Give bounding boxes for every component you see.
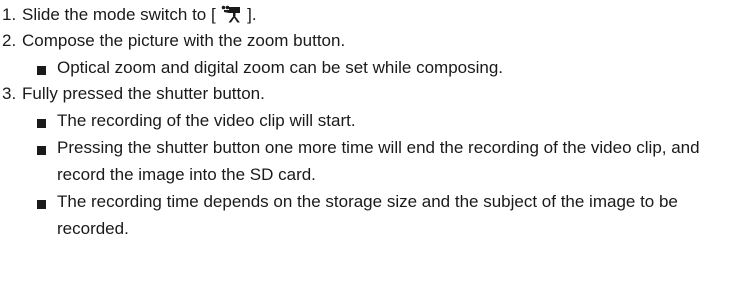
step-text-before-icon: Slide the mode switch to [ bbox=[22, 5, 221, 24]
step-3-subitems: The recording of the video clip will sta… bbox=[22, 107, 742, 242]
bullet-square-icon bbox=[37, 146, 46, 155]
list-item: The recording of the video clip will sta… bbox=[22, 107, 723, 134]
video-camera-icon bbox=[222, 5, 241, 23]
step-number: 3. bbox=[2, 84, 17, 103]
step-2: 2. Compose the picture with the zoom but… bbox=[0, 28, 742, 81]
step-list: 1. Slide the mode switch to [ ]. 2. Comp… bbox=[0, 2, 742, 242]
list-item: The recording time depends on the storag… bbox=[22, 188, 723, 242]
step-text: Compose the picture with the zoom button… bbox=[22, 31, 346, 50]
list-item-text: Optical zoom and digital zoom can be set… bbox=[57, 58, 504, 77]
list-item-text: The recording time depends on the storag… bbox=[57, 192, 678, 238]
step-1: 1. Slide the mode switch to [ ]. bbox=[0, 2, 742, 28]
step-text-after-icon: ]. bbox=[242, 5, 257, 24]
step-2-subitems: Optical zoom and digital zoom can be set… bbox=[22, 54, 742, 81]
list-item-text: Pressing the shutter button one more tim… bbox=[57, 138, 700, 184]
step-3: 3. Fully pressed the shutter button. The… bbox=[0, 81, 742, 242]
list-item: Optical zoom and digital zoom can be set… bbox=[22, 54, 723, 81]
list-item: Pressing the shutter button one more tim… bbox=[22, 134, 723, 188]
bullet-square-icon bbox=[37, 66, 46, 75]
bullet-square-icon bbox=[37, 200, 46, 209]
bullet-square-icon bbox=[37, 119, 46, 128]
step-number: 2. bbox=[2, 31, 17, 50]
list-item-text: The recording of the video clip will sta… bbox=[57, 111, 356, 130]
instruction-page: 1. Slide the mode switch to [ ]. 2. Comp… bbox=[0, 0, 742, 285]
step-text: Fully pressed the shutter button. bbox=[22, 84, 265, 103]
step-number: 1. bbox=[2, 5, 17, 24]
